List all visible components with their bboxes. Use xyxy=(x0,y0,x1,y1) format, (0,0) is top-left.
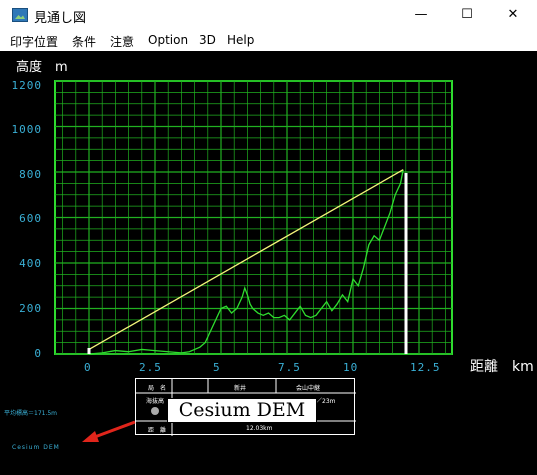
profile-canvas: 高度 m 1200 1000 800 600 400 200 0 0 2.5 5… xyxy=(0,51,537,475)
table-cell: 海抜高 xyxy=(146,398,165,405)
menu-caution[interactable]: 注意 xyxy=(110,33,134,50)
title-bar: 見通し図 — ☐ ✕ xyxy=(0,0,537,30)
table-cell: 距 離 xyxy=(148,427,167,434)
dem-source-label: Cesium DEM xyxy=(12,444,60,451)
table-cell: ／23m xyxy=(316,398,336,405)
menu-help[interactable]: Help xyxy=(227,33,254,47)
app-map-icon xyxy=(12,8,28,22)
menu-3d[interactable]: 3D xyxy=(199,33,216,47)
menu-conditions[interactable]: 条件 xyxy=(72,33,96,50)
table-cell: 12.03km xyxy=(246,425,273,432)
table-cell: 局 名 xyxy=(148,385,167,392)
minimize-button[interactable]: — xyxy=(398,0,444,30)
line-of-sight-line xyxy=(88,169,404,351)
window-title: 見通し図 xyxy=(34,11,87,26)
menu-print-position[interactable]: 印字位置 xyxy=(10,33,58,50)
maximize-button[interactable]: ☐ xyxy=(444,0,490,30)
table-cell: 会山中継 xyxy=(296,385,321,392)
antenna-icon xyxy=(151,407,159,415)
average-elevation-label: 平均標高＝171.5m xyxy=(4,410,58,417)
table-cell: 新井 xyxy=(234,385,247,392)
menu-option[interactable]: Option xyxy=(148,33,188,47)
annotation-callout: Cesium DEM xyxy=(167,398,317,423)
menu-bar: 印字位置 条件 注意 Option 3D Help xyxy=(0,30,537,51)
close-button[interactable]: ✕ xyxy=(490,0,536,30)
